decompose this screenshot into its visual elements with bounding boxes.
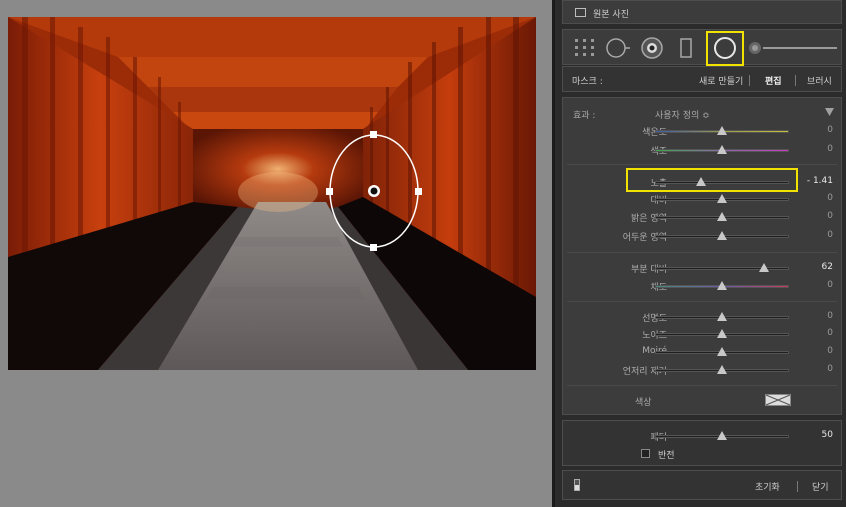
mask-new-button[interactable]: 새로 만들기 — [699, 74, 743, 87]
grid-overlay-icon[interactable] — [572, 35, 598, 61]
mask-divider — [795, 75, 796, 86]
slider-value: 62 — [821, 262, 833, 272]
filter-handle-left[interactable] — [326, 188, 333, 195]
color-swatch-empty-icon[interactable] — [765, 394, 791, 406]
original-photo-bar[interactable]: 원본 사진 — [562, 0, 842, 24]
slider-value: 0 — [827, 346, 833, 356]
brush-slider-icon[interactable] — [747, 38, 841, 58]
exposure-highlight — [626, 168, 798, 192]
filter-handle-bottom[interactable] — [370, 244, 377, 251]
adjustments-section: 효과 : 사용자 정의 ≎ 색온도 0 색조 0 노출 - 1.41 대비 0 밝은 영역 0 어두… — [562, 97, 842, 415]
slider-value: 0 — [827, 280, 833, 290]
effect-label: 효과 : — [573, 111, 596, 121]
slider-thumb[interactable] — [717, 312, 727, 321]
slider-row[interactable]: 밝은 영역 0 — [563, 210, 843, 224]
divider — [567, 301, 837, 302]
slider-track[interactable] — [655, 267, 789, 270]
collapse-triangle-icon[interactable] — [825, 108, 834, 116]
slider-value: 0 — [827, 144, 833, 154]
slider-row[interactable]: 어두운 영역 0 — [563, 229, 843, 243]
adjustment-panel: 원본 사진 마스크 : 새로 만들기 편집 브러시 효과: 사용자 정의 ≎ … — [552, 0, 846, 507]
slider-value: 0 — [827, 230, 833, 240]
reset-button[interactable]: 초기화 — [755, 480, 780, 493]
slider-thumb[interactable] — [717, 365, 727, 374]
slider-value: 0 — [827, 311, 833, 321]
slider-value: 0 — [827, 364, 833, 374]
close-button[interactable]: 닫기 — [812, 480, 829, 493]
slider-row[interactable]: Moiré0 — [563, 345, 843, 359]
slider-thumb[interactable] — [717, 329, 727, 338]
mask-bar: 마스크 : 새로 만들기 편집 브러시 — [562, 66, 842, 92]
invert-label: 반전 — [658, 451, 675, 461]
panel-toggle-switch-icon[interactable] — [574, 479, 580, 491]
divider — [567, 252, 837, 253]
slider-value: - 1.41 — [806, 176, 833, 186]
divider — [567, 385, 837, 386]
red-eye-icon[interactable] — [639, 35, 665, 61]
original-photo-label: 원본 사진 — [593, 10, 629, 20]
color-label: 색상 — [635, 398, 652, 408]
slider-row[interactable]: 선명도 0 — [563, 310, 843, 324]
slider-row[interactable]: 노이즈 0 — [563, 327, 843, 341]
feather-section: 페더 50 반전 — [562, 420, 842, 466]
feather-value: 50 — [821, 430, 833, 440]
slider-row[interactable]: 색조 0 — [563, 143, 843, 157]
tool-strip — [562, 29, 842, 66]
slider-row[interactable]: 채도 0 — [563, 279, 843, 293]
feather-slider-thumb[interactable] — [717, 431, 727, 440]
slider-thumb[interactable] — [717, 212, 727, 221]
slider-thumb[interactable] — [717, 126, 727, 135]
invert-checkbox[interactable] — [641, 449, 650, 458]
slider-value: 0 — [827, 193, 833, 203]
radial-filter-icon[interactable] — [712, 35, 738, 61]
slider-value: 0 — [827, 211, 833, 221]
mask-brush-button[interactable]: 브러시 — [807, 74, 832, 87]
filter-handle-top[interactable] — [370, 131, 377, 138]
slider-row[interactable]: 언저리 제거 0 — [563, 363, 843, 377]
slider-value: 0 — [827, 328, 833, 338]
slider-row[interactable]: 대비 0 — [563, 192, 843, 206]
slider-row[interactable]: 부분 대비 62 — [563, 261, 843, 275]
slider-row[interactable]: 색온도 0 — [563, 124, 843, 138]
slider-thumb[interactable] — [717, 281, 727, 290]
spot-removal-icon[interactable] — [605, 35, 631, 61]
bottom-bar: 초기화 닫기 — [562, 470, 842, 500]
slider-value: 0 — [827, 125, 833, 135]
slider-thumb[interactable] — [717, 145, 727, 154]
graduated-filter-icon[interactable] — [673, 35, 699, 61]
slider-thumb[interactable] — [758, 263, 769, 272]
slider-thumb[interactable] — [717, 194, 727, 203]
radial-filter-overlay[interactable] — [8, 17, 536, 370]
photo-preview[interactable] — [8, 17, 536, 370]
feather-slider-row[interactable]: 페더 50 — [563, 429, 843, 443]
slider-thumb[interactable] — [717, 347, 727, 356]
bottom-divider — [797, 481, 798, 492]
mask-label: 마스크 : — [572, 77, 603, 87]
mask-divider — [749, 75, 750, 86]
slider-thumb[interactable] — [717, 231, 727, 240]
image-canvas[interactable] — [0, 0, 552, 507]
filter-pin-center — [370, 187, 378, 195]
filter-handle-right[interactable] — [415, 188, 422, 195]
original-photo-icon — [575, 8, 586, 17]
divider — [567, 164, 837, 165]
mask-edit-button[interactable]: 편집 — [765, 74, 782, 87]
effect-preset-dropdown[interactable]: 사용자 정의 ≎ — [655, 108, 710, 121]
